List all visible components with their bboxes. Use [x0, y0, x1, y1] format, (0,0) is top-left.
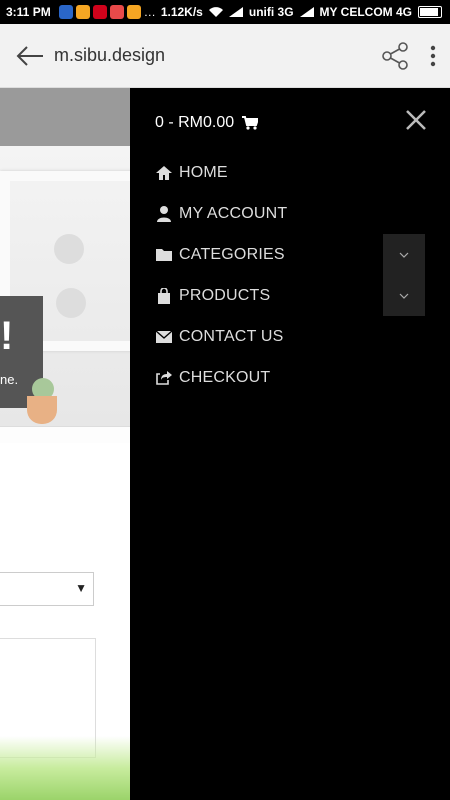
cart-total: 0 - RM0.00: [155, 114, 235, 131]
menu-item-label: HOME: [179, 163, 228, 181]
chevron-down-icon: [399, 252, 409, 258]
url-text[interactable]: m.sibu.design: [54, 45, 165, 66]
menu-item-label: CHECKOUT: [179, 368, 271, 386]
back-arrow-icon[interactable]: [10, 36, 50, 76]
desk-image: [0, 426, 130, 443]
wifi-icon: [208, 7, 223, 17]
envelope-icon: [156, 329, 172, 345]
grass-decoration: [0, 736, 130, 800]
browser-toolbar: m.sibu.design: [0, 24, 450, 88]
share-icon[interactable]: [382, 41, 408, 70]
site-header-bar: [0, 88, 130, 146]
website-background: ! ne. ▼: [0, 88, 130, 800]
overflow-menu-icon[interactable]: [430, 45, 436, 67]
status-time: 3:11 PM: [6, 5, 51, 19]
home-icon: [156, 165, 172, 181]
shopping-bag-icon: [156, 287, 172, 304]
notification-app-icon: [75, 5, 90, 19]
menu-item-my-account[interactable]: MY ACCOUNT: [130, 193, 450, 234]
cart-icon: [242, 116, 259, 130]
battery-icon: [418, 6, 442, 18]
signal-icon: [228, 7, 243, 17]
status-bar: 3:11 PM … 1.12K/s unifi 3G MY CELCOM 4G: [0, 0, 450, 24]
promo-exclaim: !: [0, 314, 14, 358]
network-speed: 1.12K/s: [160, 5, 203, 19]
menu-item-home[interactable]: HOME: [130, 152, 450, 193]
menu-item-checkout[interactable]: CHECKOUT: [130, 357, 450, 398]
decor-circle: [54, 234, 84, 264]
dropdown-arrow-icon: ▼: [75, 581, 87, 595]
signal-icon: [299, 7, 314, 17]
carrier-2: MY CELCOM 4G: [319, 5, 412, 19]
carrier-1: unifi 3G: [248, 5, 294, 19]
user-icon: [156, 205, 172, 222]
menu-item-label: CATEGORIES: [179, 245, 285, 263]
menu-item-label: PRODUCTS: [179, 286, 271, 304]
notification-app-icon: [126, 5, 141, 19]
expand-categories-button[interactable]: [383, 234, 425, 275]
notification-app-icon: [58, 5, 73, 19]
pot-image: [27, 396, 57, 424]
chevron-down-icon: [399, 293, 409, 299]
menu-item-categories[interactable]: CATEGORIES: [130, 234, 450, 275]
menu-item-products[interactable]: PRODUCTS: [130, 275, 450, 316]
hero-banner: ! ne.: [0, 146, 130, 443]
promo-text: ne.: [0, 372, 19, 387]
more-notifications-icon: …: [143, 5, 156, 19]
decor-circle: [56, 288, 86, 318]
notification-icons: …: [58, 5, 156, 19]
expand-products-button[interactable]: [383, 275, 425, 316]
menu-item-label: MY ACCOUNT: [179, 204, 288, 222]
dropdown-select[interactable]: ▼: [0, 572, 94, 606]
share-square-icon: [156, 370, 172, 386]
side-drawer-menu: 0 - RM0.00 HOME MY ACCOUNT CATEGORIES PR…: [130, 88, 450, 800]
notification-app-icon: [92, 5, 107, 19]
close-icon[interactable]: [404, 108, 428, 132]
drawer-menu-list: HOME MY ACCOUNT CATEGORIES PRODUCTS CONT…: [130, 152, 450, 398]
menu-item-contact-us[interactable]: CONTACT US: [130, 316, 450, 357]
folder-icon: [156, 247, 172, 263]
notification-app-icon: [109, 5, 124, 19]
cart-summary[interactable]: 0 - RM0.00: [155, 114, 259, 132]
menu-item-label: CONTACT US: [179, 327, 284, 345]
